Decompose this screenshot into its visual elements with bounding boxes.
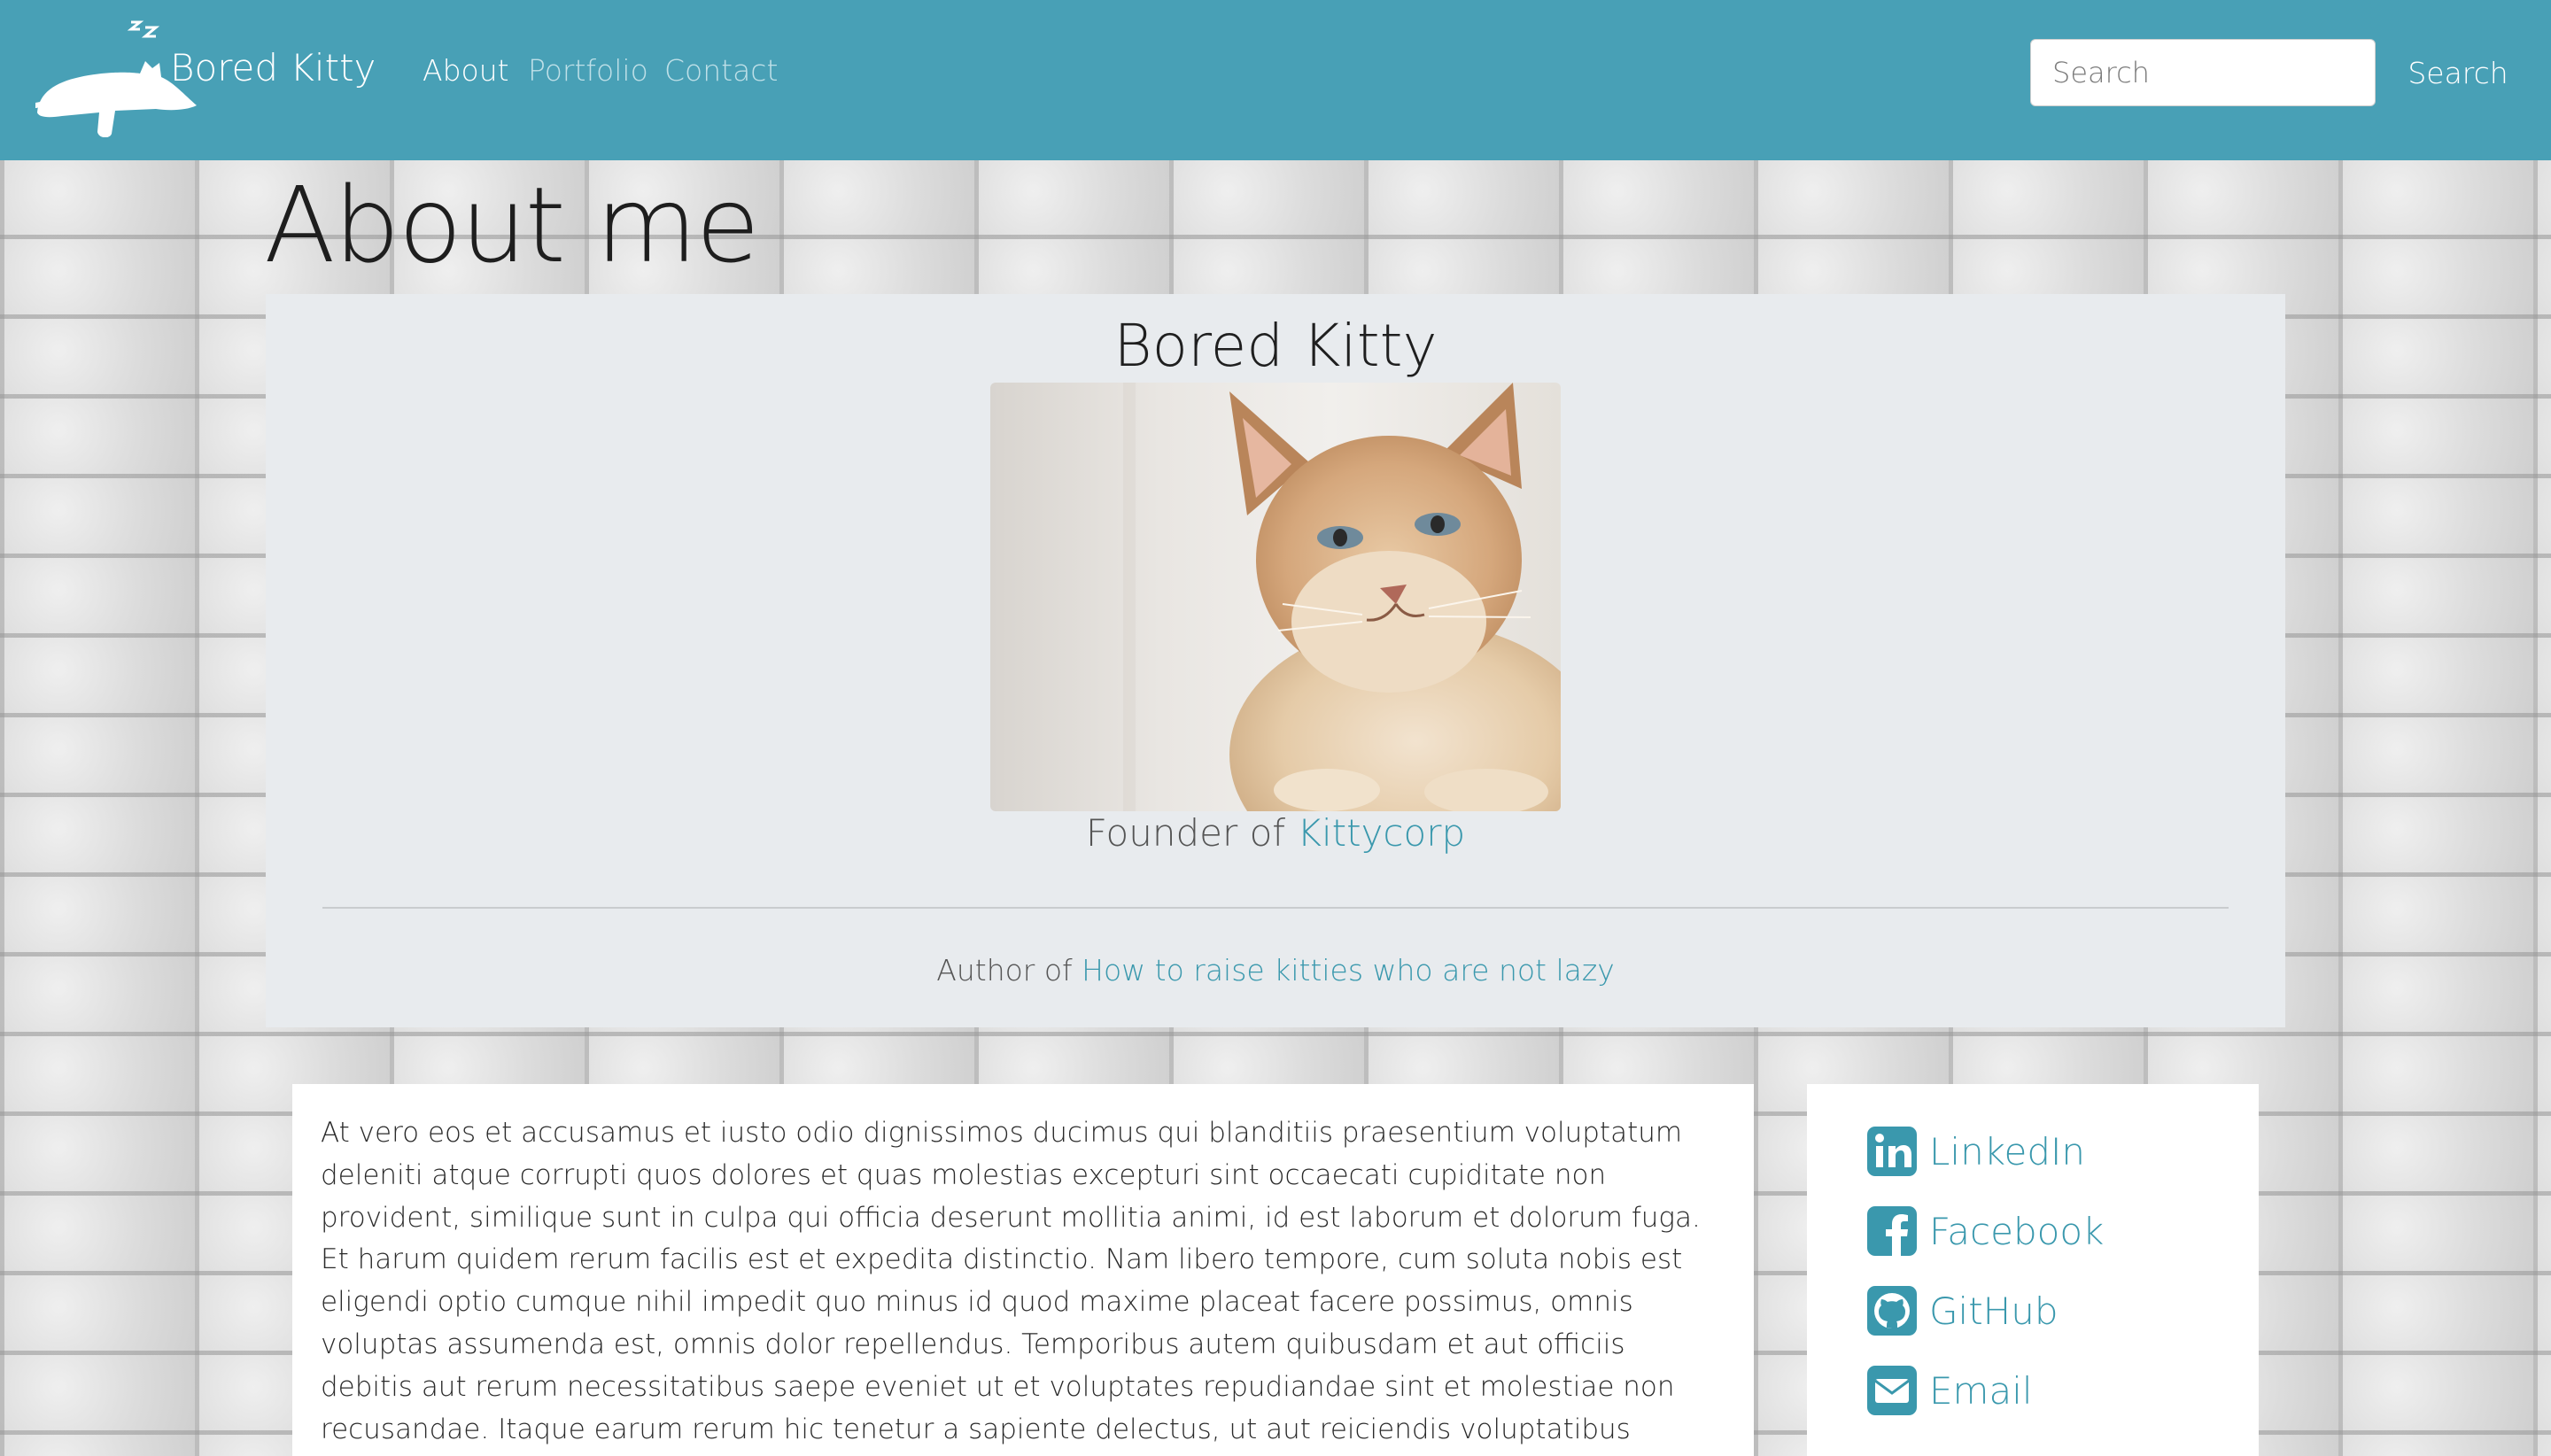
brand-name[interactable]: Bored Kitty [170, 46, 376, 89]
profile-name: Bored Kitty [1113, 312, 1438, 380]
founder-line: Founder of Kittycorp [266, 811, 2285, 855]
search-input[interactable] [2030, 39, 2376, 106]
nav-link-portfolio[interactable]: Portfolio [528, 53, 648, 88]
author-line: Author of How to raise kitties who are n… [266, 953, 2285, 987]
github-label: GitHub [1929, 1289, 2059, 1333]
kittycorp-link[interactable]: Kittycorp [1297, 811, 1465, 855]
email-label: Email [1929, 1368, 2033, 1413]
linkedin-link[interactable]: LinkedIn [1867, 1127, 2085, 1176]
bio-card: At vero eos et accusamus et iusto odio d… [292, 1084, 1754, 1456]
nav-link-about[interactable]: About [423, 53, 509, 88]
nav-link-contact[interactable]: Contact [664, 53, 778, 88]
founder-prefix: Founder of [1085, 811, 1298, 855]
linkedin-icon [1867, 1127, 1917, 1176]
author-prefix: Author of [936, 953, 1082, 987]
linkedin-label: LinkedIn [1929, 1129, 2086, 1173]
email-link[interactable]: Email [1867, 1366, 2033, 1415]
cat-photo [990, 383, 1561, 811]
github-link[interactable]: GitHub [1867, 1286, 2059, 1336]
github-icon [1867, 1286, 1917, 1336]
facebook-icon [1867, 1206, 1917, 1256]
book-link[interactable]: How to raise kitties who are not lazy [1082, 953, 1615, 987]
navbar: Bored Kitty About Portfolio Contact Sear… [0, 0, 2551, 160]
facebook-label: Facebook [1929, 1209, 2105, 1253]
divider [322, 907, 2229, 909]
profile-card: Bored Kitty Founder of Kittycorp Author … [266, 294, 2285, 1027]
facebook-link[interactable]: Facebook [1867, 1206, 2104, 1256]
page-title: About me [264, 164, 760, 286]
bio-text: At vero eos et accusamus et iusto odio d… [321, 1117, 1701, 1456]
social-links-card: LinkedIn Facebook GitHub Email [1807, 1084, 2259, 1456]
search-button[interactable]: Search [2392, 41, 2524, 105]
envelope-icon [1867, 1366, 1917, 1415]
